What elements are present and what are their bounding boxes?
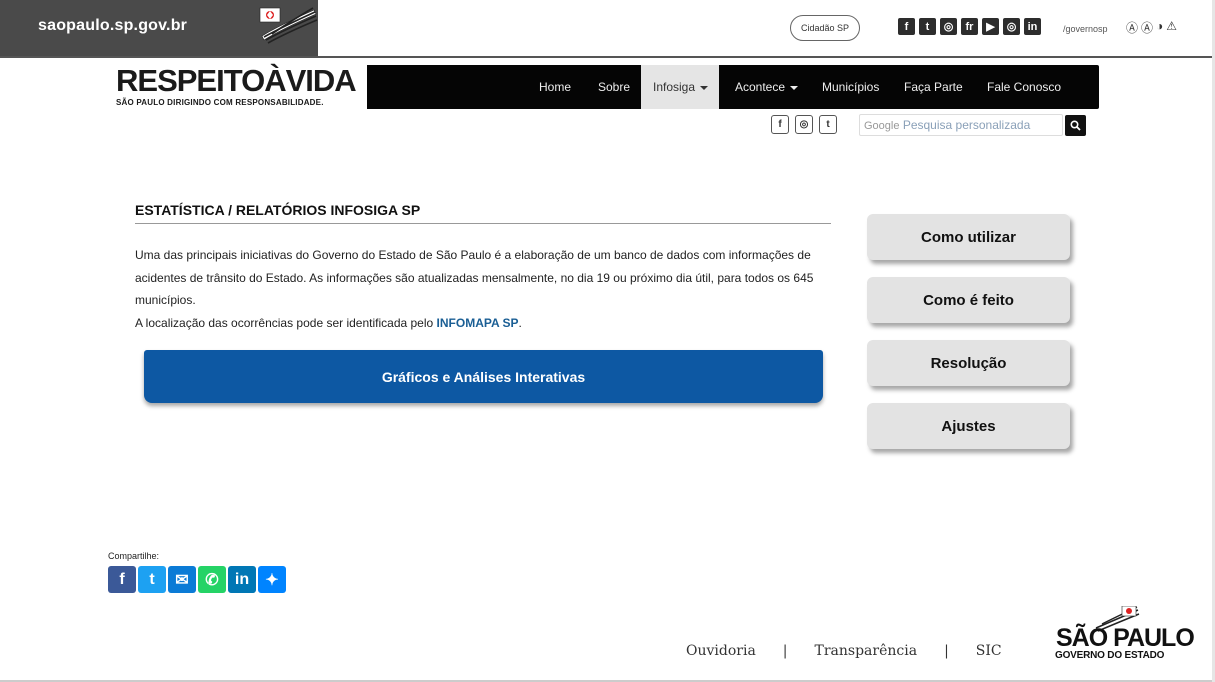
chevron-down-icon: [790, 86, 799, 90]
gov-top-bar: saopaulo.sp.gov.br Cidadão SP f t ◎ fr ▶…: [0, 0, 1215, 58]
footer-link-ouvidoria[interactable]: Ouvidoria: [686, 643, 756, 659]
gov-social-links: f t ◎ fr ▶ ◎ in: [898, 18, 1041, 35]
header-social-links: f ◎ t: [771, 115, 837, 134]
email-share-icon[interactable]: ✉: [168, 566, 196, 593]
title-divider: [135, 223, 831, 224]
font-decrease-icon[interactable]: Ⓐ: [1141, 19, 1153, 36]
instagram-icon[interactable]: ◎: [795, 115, 813, 134]
infomapa-link[interactable]: INFOMAPA SP: [437, 316, 519, 330]
respeito-a-vida-logo[interactable]: RESPEITOÀVIDA SÃO PAULO DIRIGINDO COM RE…: [116, 63, 357, 108]
font-increase-icon[interactable]: Ⓐ: [1126, 19, 1138, 36]
linkedin-share-icon[interactable]: in: [228, 566, 256, 593]
flickr-icon[interactable]: fr: [961, 18, 978, 35]
governo-sp-logo[interactable]: SÃO PAULO GOVERNO DO ESTADO: [1054, 606, 1200, 662]
chevron-down-icon: [700, 86, 709, 90]
whatsapp-share-icon[interactable]: ✆: [198, 566, 226, 593]
google-label: Google: [864, 120, 900, 132]
search-button[interactable]: [1065, 115, 1086, 136]
nav-sobre[interactable]: Sobre: [586, 65, 642, 109]
footer-logo-subtitle: GOVERNO DO ESTADO: [1055, 650, 1165, 661]
gov-domain-box[interactable]: saopaulo.sp.gov.br: [0, 0, 318, 56]
nav-faca-parte[interactable]: Faça Parte: [892, 65, 975, 109]
twitter-icon[interactable]: t: [919, 18, 936, 35]
page-title: ESTATÍSTICA / RELATÓRIOS INFOSIGA SP: [135, 202, 421, 218]
warning-icon[interactable]: ⚠: [1166, 19, 1177, 36]
footer-logo-title: SÃO PAULO: [1056, 624, 1195, 652]
instagram-icon[interactable]: ◎: [940, 18, 957, 35]
nav-fale-conosco[interactable]: Fale Conosco: [975, 65, 1073, 109]
ajustes-button[interactable]: Ajustes: [867, 403, 1070, 449]
como-e-feito-button[interactable]: Como é feito: [867, 277, 1070, 323]
footer-separator: |: [944, 643, 949, 659]
search-input[interactable]: Google Pesquisa personalizada: [859, 114, 1063, 136]
facebook-icon[interactable]: f: [898, 18, 915, 35]
twitter-share-icon[interactable]: t: [138, 566, 166, 593]
messenger-share-icon[interactable]: ✦: [258, 566, 286, 593]
infomapa-paragraph: A localização das ocorrências pode ser i…: [135, 315, 522, 330]
share-buttons: f t ✉ ✆ in ✦: [108, 566, 286, 593]
youtube-icon[interactable]: ▶: [982, 18, 999, 35]
footer-link-sic[interactable]: SIC: [976, 643, 1002, 659]
cidadao-sp-button[interactable]: Cidadão SP: [790, 15, 860, 41]
como-utilizar-button[interactable]: Como utilizar: [867, 214, 1070, 260]
intro-paragraph: Uma das principais iniciativas do Govern…: [135, 248, 814, 307]
search-placeholder: Pesquisa personalizada: [902, 118, 1031, 132]
facebook-icon[interactable]: f: [771, 115, 789, 134]
search-icon: [1070, 120, 1081, 131]
nav-acontece[interactable]: Acontece: [723, 65, 810, 109]
nav-home[interactable]: Home: [527, 65, 583, 109]
accessibility-controls: Ⓐ Ⓐ ◑ ⚠: [1126, 19, 1177, 36]
logo-subtitle: SÃO PAULO DIRIGINDO COM RESPONSABILIDADE…: [116, 98, 324, 107]
footer-link-transparencia[interactable]: Transparência: [815, 643, 918, 659]
facebook-share-icon[interactable]: f: [108, 566, 136, 593]
graficos-analises-button[interactable]: Gráficos e Análises Interativas: [144, 350, 823, 403]
footer-separator: |: [782, 643, 788, 659]
resolucao-button[interactable]: Resolução: [867, 340, 1070, 386]
instagram-alt-icon[interactable]: ◎: [1003, 18, 1020, 35]
twitter-icon[interactable]: t: [819, 115, 837, 134]
linkedin-icon[interactable]: in: [1024, 18, 1041, 35]
sp-flag-icon: [259, 7, 318, 44]
gov-domain-link[interactable]: saopaulo.sp.gov.br: [38, 17, 187, 35]
nav-infosiga[interactable]: Infosiga: [641, 65, 719, 109]
gov-social-handle: /governosp: [1063, 24, 1108, 34]
main-navigation: Home Sobre Infosiga Acontece Municípios …: [367, 65, 1099, 109]
share-label: Compartilhe:: [108, 551, 160, 561]
footer-links: Ouvidoria | Transparência | SIC: [686, 643, 1002, 659]
nav-municipios[interactable]: Municípios: [810, 65, 891, 109]
contrast-icon[interactable]: ◑: [1156, 19, 1163, 36]
logo-title: RESPEITOÀVIDA: [116, 63, 357, 98]
intro-text: Uma das principais iniciativas do Govern…: [135, 244, 835, 334]
